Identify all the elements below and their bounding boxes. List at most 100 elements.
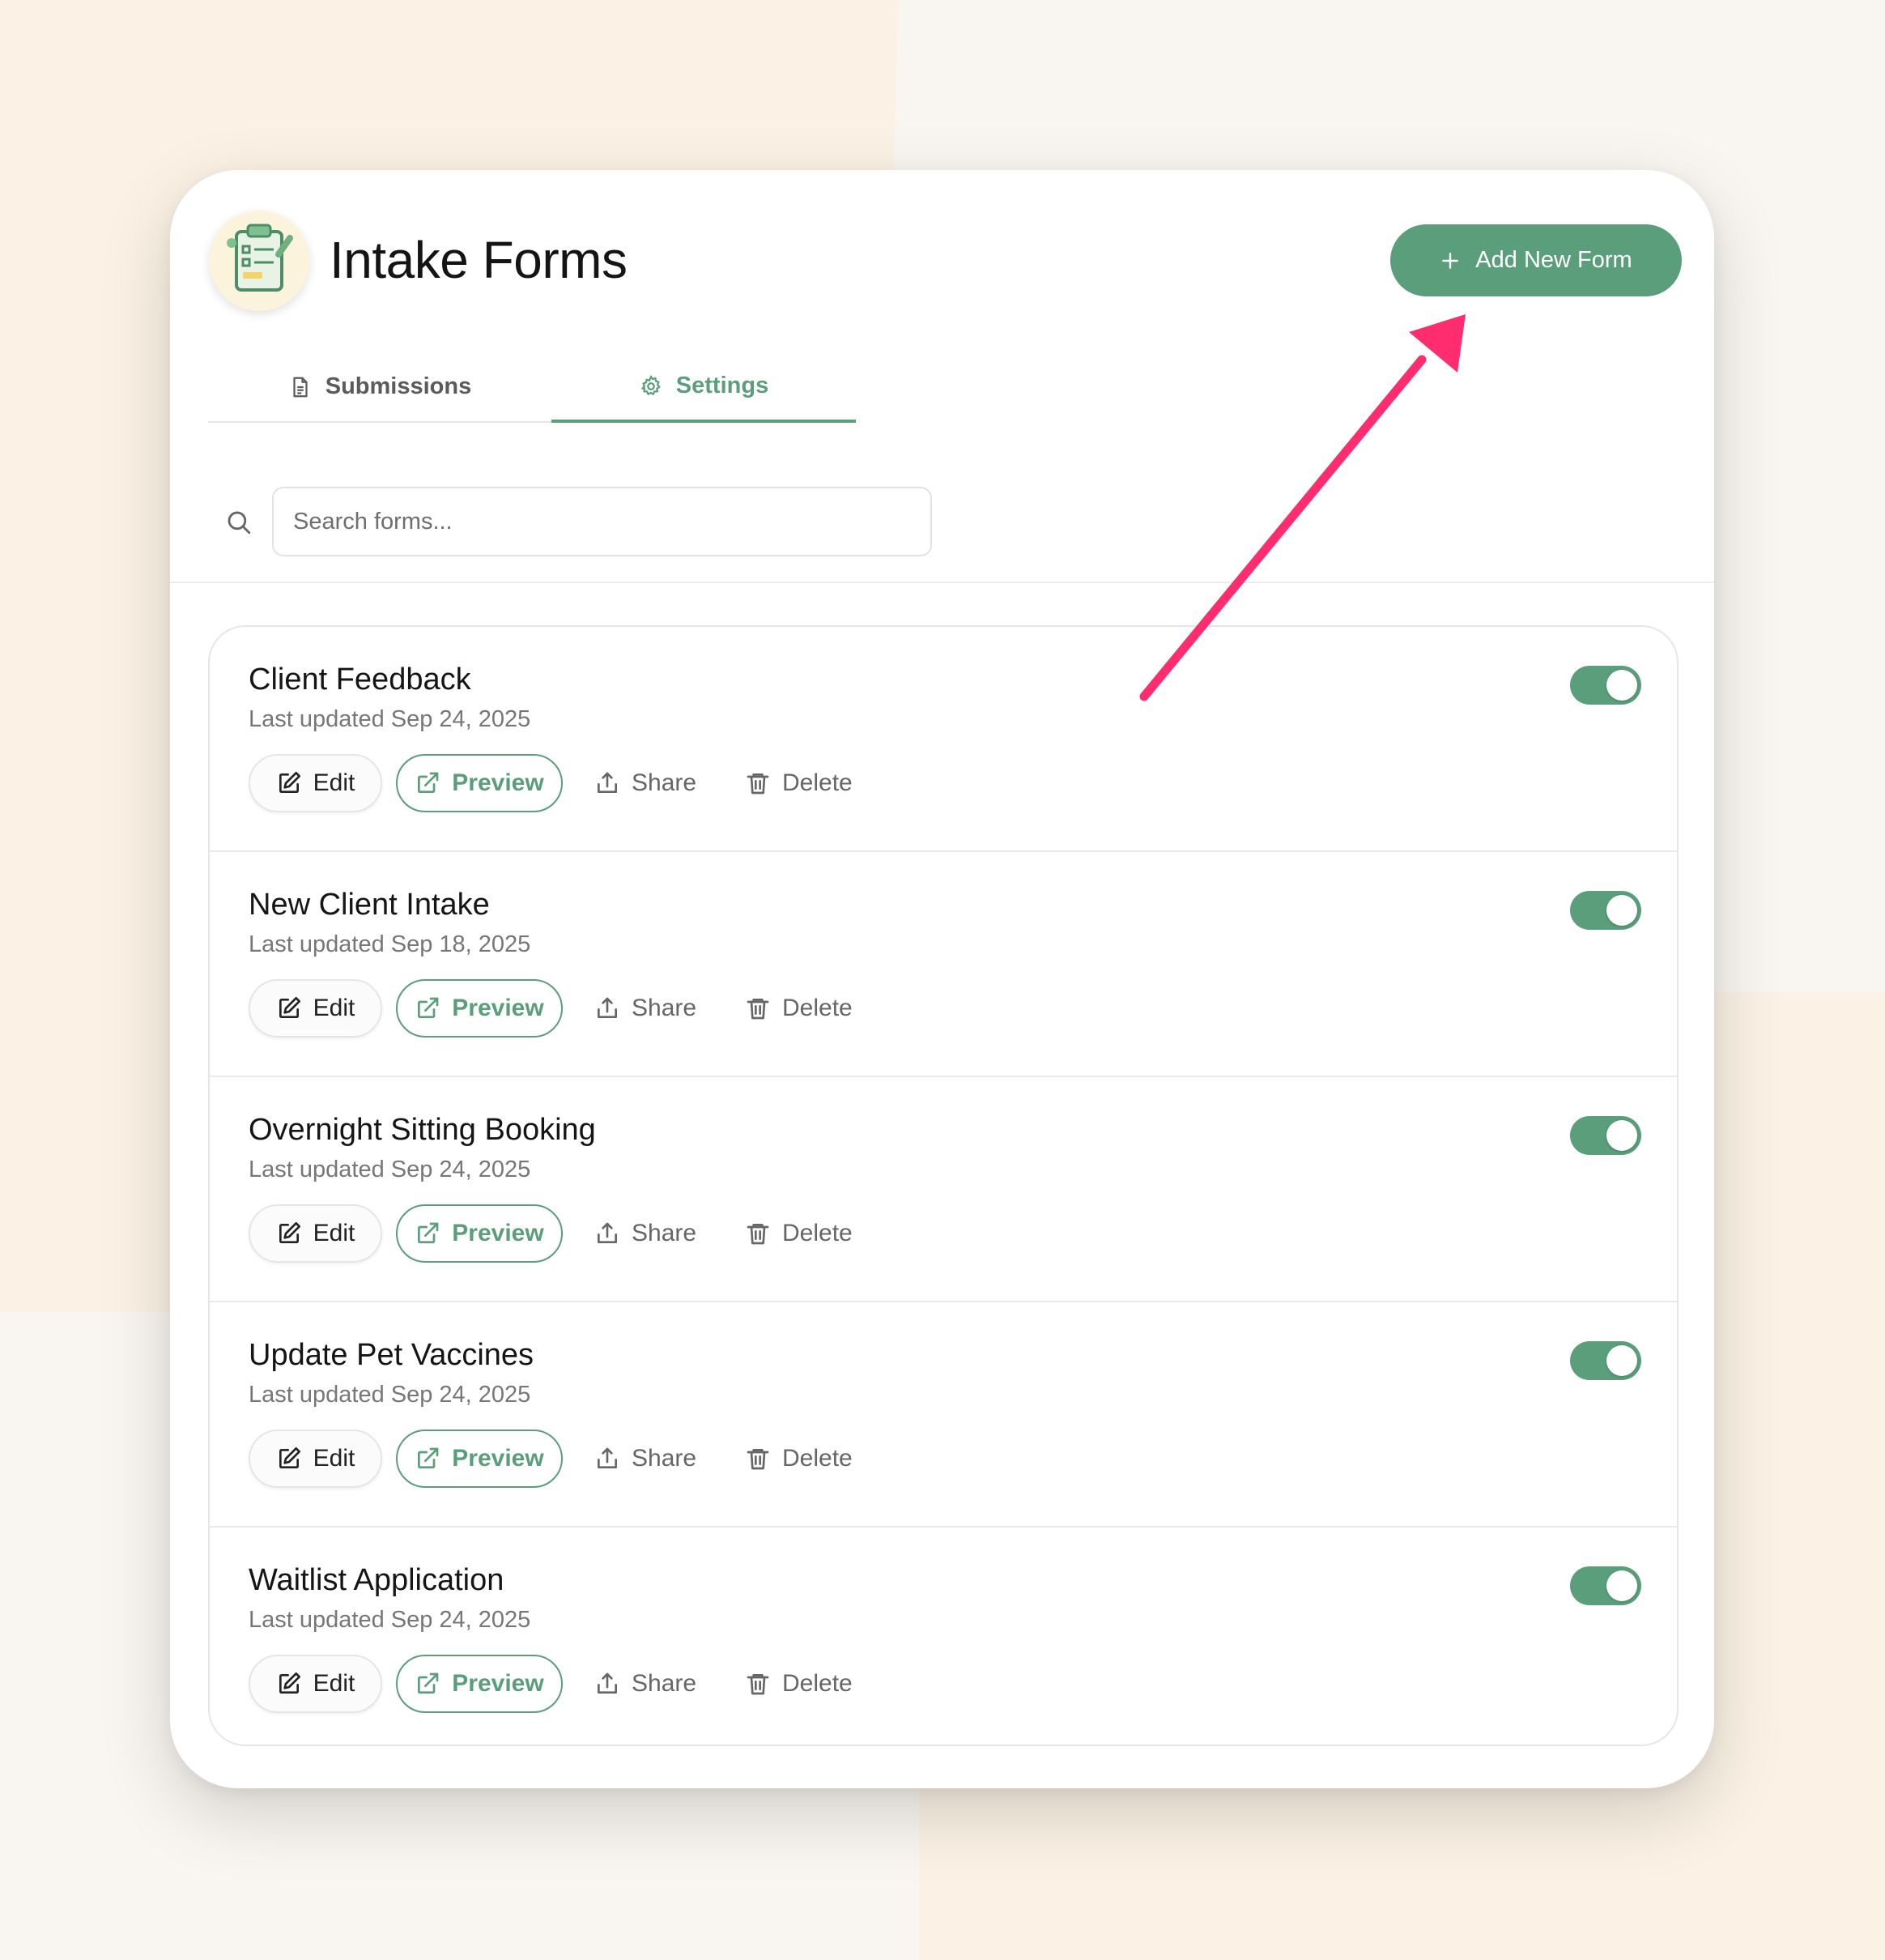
delete-button[interactable]: Delete <box>745 1430 853 1488</box>
tab-submissions[interactable]: Submissions <box>208 352 551 421</box>
preview-button[interactable]: Preview <box>396 1430 563 1488</box>
add-new-form-label: Add New Form <box>1475 247 1632 273</box>
tab-settings[interactable]: Settings <box>551 352 856 423</box>
form-updated-date: Last updated Sep 24, 2025 <box>249 706 531 732</box>
share-button[interactable]: Share <box>594 979 696 1038</box>
preview-button[interactable]: Preview <box>396 979 563 1038</box>
page-title: Intake Forms <box>330 231 628 289</box>
delete-label: Delete <box>782 769 853 796</box>
share-icon <box>598 1447 617 1468</box>
edit-icon <box>279 1222 300 1243</box>
form-updated-date: Last updated Sep 24, 2025 <box>249 1607 531 1633</box>
form-row-client-feedback: Client Feedback Last updated Sep 24, 202… <box>210 627 1677 852</box>
tab-submissions-label: Submissions <box>325 373 472 399</box>
trash-icon <box>747 773 769 795</box>
preview-button[interactable]: Preview <box>396 754 563 812</box>
trash-icon <box>747 1449 769 1470</box>
form-enabled-toggle[interactable] <box>1570 1116 1641 1155</box>
form-row-overnight-sitting-booking: Overnight Sitting Booking Last updated S… <box>210 1077 1677 1302</box>
edit-icon <box>279 1672 300 1694</box>
external-link-icon <box>418 1672 439 1694</box>
form-updated-date: Last updated Sep 24, 2025 <box>249 1382 531 1408</box>
preview-label: Preview <box>452 1445 544 1472</box>
toggle-knob <box>1606 1345 1637 1376</box>
edit-label: Edit <box>313 1445 355 1472</box>
edit-icon <box>279 772 300 793</box>
edit-icon <box>279 997 300 1018</box>
external-link-icon <box>418 997 439 1018</box>
delete-button[interactable]: Delete <box>745 979 853 1038</box>
form-title: Overnight Sitting Booking <box>249 1113 596 1147</box>
share-icon <box>598 772 617 793</box>
share-button[interactable]: Share <box>594 1430 696 1488</box>
form-title: Update Pet Vaccines <box>249 1338 534 1372</box>
share-label: Share <box>632 1670 697 1697</box>
share-button[interactable]: Share <box>594 1204 696 1263</box>
tab-settings-label: Settings <box>675 373 769 398</box>
form-title: Waitlist Application <box>249 1563 504 1597</box>
edit-label: Edit <box>313 769 355 796</box>
plus-icon <box>1442 252 1459 269</box>
form-updated-date: Last updated Sep 18, 2025 <box>249 931 531 957</box>
share-label: Share <box>632 1220 697 1246</box>
delete-label: Delete <box>782 995 853 1021</box>
delete-button[interactable]: Delete <box>745 1204 853 1263</box>
tab-bar: Submissions Settings <box>208 352 856 423</box>
delete-button[interactable]: Delete <box>745 1655 853 1713</box>
share-label: Share <box>632 769 697 796</box>
preview-button[interactable]: Preview <box>396 1204 563 1263</box>
trash-icon <box>747 1224 769 1245</box>
delete-label: Delete <box>782 1220 853 1246</box>
preview-label: Preview <box>452 1670 544 1697</box>
delete-label: Delete <box>782 1445 853 1472</box>
share-button[interactable]: Share <box>594 754 696 812</box>
preview-button[interactable]: Preview <box>396 1655 563 1713</box>
edit-label: Edit <box>313 1220 355 1246</box>
forms-list: Client Feedback Last updated Sep 24, 202… <box>208 625 1679 1746</box>
form-title: New Client Intake <box>249 888 490 922</box>
preview-label: Preview <box>452 995 544 1021</box>
toggle-knob <box>1606 1120 1637 1151</box>
share-label: Share <box>632 1445 697 1472</box>
delete-button[interactable]: Delete <box>745 754 853 812</box>
intake-forms-card: Intake Forms Add New Form Submissions Se… <box>170 170 1714 1788</box>
edit-button[interactable]: Edit <box>249 754 382 812</box>
form-row-waitlist-application: Waitlist Application Last updated Sep 24… <box>210 1528 1677 1745</box>
gear-icon <box>640 374 661 395</box>
share-icon <box>598 997 617 1018</box>
form-row-new-client-intake: New Client Intake Last updated Sep 18, 2… <box>210 852 1677 1077</box>
form-enabled-toggle[interactable] <box>1570 1341 1641 1380</box>
preview-label: Preview <box>452 769 544 796</box>
edit-label: Edit <box>313 1670 355 1697</box>
search-icon <box>228 511 251 535</box>
share-icon <box>598 1222 617 1243</box>
trash-icon <box>747 1674 769 1695</box>
form-enabled-toggle[interactable] <box>1570 666 1641 705</box>
share-icon <box>598 1672 617 1694</box>
toggle-knob <box>1606 895 1637 926</box>
clipboard-icon <box>209 211 309 311</box>
share-label: Share <box>632 995 697 1021</box>
form-enabled-toggle[interactable] <box>1570 1566 1641 1605</box>
form-row-update-pet-vaccines: Update Pet Vaccines Last updated Sep 24,… <box>210 1302 1677 1528</box>
share-button[interactable]: Share <box>594 1655 696 1713</box>
edit-button[interactable]: Edit <box>249 1204 382 1263</box>
edit-label: Edit <box>313 995 355 1021</box>
external-link-icon <box>418 772 439 793</box>
header-divider <box>170 582 1714 583</box>
trash-icon <box>747 999 769 1020</box>
delete-label: Delete <box>782 1670 853 1697</box>
toggle-knob <box>1606 670 1637 701</box>
form-enabled-toggle[interactable] <box>1570 891 1641 930</box>
form-title: Client Feedback <box>249 663 471 697</box>
edit-button[interactable]: Edit <box>249 1430 382 1488</box>
search-input[interactable] <box>272 487 932 556</box>
document-icon <box>293 377 308 397</box>
add-new-form-button[interactable]: Add New Form <box>1390 224 1682 296</box>
external-link-icon <box>418 1447 439 1468</box>
external-link-icon <box>418 1222 439 1243</box>
edit-icon <box>279 1447 300 1468</box>
preview-label: Preview <box>452 1220 544 1246</box>
edit-button[interactable]: Edit <box>249 979 382 1038</box>
edit-button[interactable]: Edit <box>249 1655 382 1713</box>
